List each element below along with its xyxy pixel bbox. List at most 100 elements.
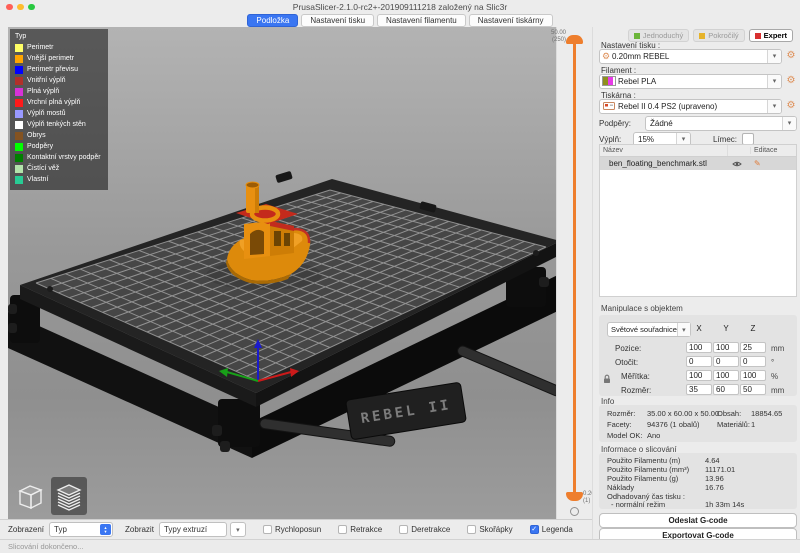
- filament-combo[interactable]: Rebel PLA ▾: [599, 74, 782, 89]
- send-gcode-button[interactable]: Odeslat G-code: [599, 513, 797, 528]
- legend-item: Plná výplň: [15, 86, 103, 97]
- rychloposun-checkbox[interactable]: [263, 525, 272, 534]
- tab-printer-settings[interactable]: Nastavení tiskárny: [469, 14, 553, 27]
- legend-item-label: Vnější perimetr: [27, 55, 74, 62]
- scale-x-field[interactable]: [686, 370, 712, 381]
- retrakce-checkbox[interactable]: [338, 525, 347, 534]
- legend-item-label: Vnitřní výplň: [27, 77, 66, 84]
- one-layer-mode-button[interactable]: [570, 507, 579, 516]
- tab-filament-settings[interactable]: Nastavení filamentu: [377, 14, 466, 27]
- filament-color-icon: [600, 76, 618, 86]
- printer-value: Rebel II 0.4 PS2 (upraveno): [618, 102, 767, 111]
- size-z-field[interactable]: [740, 384, 766, 395]
- scale-z-field[interactable]: [740, 370, 766, 381]
- edit-print-settings-button[interactable]: ⚙: [785, 50, 797, 62]
- position-z-field[interactable]: [740, 342, 766, 353]
- printer-combo[interactable]: Rebel II 0.4 PS2 (upraveno) ▾: [599, 99, 782, 114]
- supports-combo[interactable]: Žádné ▾: [645, 116, 797, 131]
- rotate-y-field[interactable]: [713, 356, 739, 367]
- legend-item: Podpěry: [15, 141, 103, 152]
- legend-color-swatch: [15, 55, 23, 63]
- size-x-field[interactable]: [686, 384, 712, 395]
- position-y-field[interactable]: [713, 342, 739, 353]
- position-unit: mm: [771, 344, 784, 353]
- preset-gear-icon: ⚙: [600, 50, 612, 62]
- tab-plater[interactable]: Podložka: [247, 14, 298, 27]
- app-window: PrusaSlicer-2.1.0-rc2+-201909111218 zalo…: [0, 0, 800, 553]
- info-size-value: 35.00 x 60.00 x 50.00: [647, 409, 719, 418]
- mode-advanced-button[interactable]: Pokročilý: [693, 29, 744, 42]
- edit-object-icon[interactable]: ✎: [748, 159, 796, 168]
- preview-view-button[interactable]: [51, 477, 87, 515]
- manipulation-title: Manipulace s objektem: [601, 304, 683, 313]
- legend-item-label: Podpěry: [27, 143, 53, 150]
- 3d-viewport[interactable]: REBEL II: [8, 27, 556, 519]
- chevron-down-icon[interactable]: ▾: [767, 50, 781, 63]
- position-x-field[interactable]: [686, 342, 712, 353]
- rotate-x-field[interactable]: [686, 356, 712, 367]
- legend-title: Typ: [15, 33, 103, 40]
- object-list-body[interactable]: ben_floating_benchmark.stl ✎: [599, 156, 797, 297]
- sliced-info-value: 1h 33m 14s: [705, 500, 744, 509]
- sliced-info-value: 4.64: [705, 456, 720, 465]
- legend-item: Obrys: [15, 130, 103, 141]
- axis-header-y: Y: [713, 324, 739, 333]
- legend-color-swatch: [15, 154, 23, 162]
- legend-item-label: Výplň mostů: [27, 110, 66, 117]
- chevron-down-icon[interactable]: ▾: [767, 75, 781, 88]
- axis-header-x: X: [686, 324, 712, 333]
- toolbar-checkbox-skořápky: Skořápky: [467, 525, 512, 534]
- rotate-z-field[interactable]: [740, 356, 766, 367]
- bed-screw-left: [47, 286, 53, 292]
- skořápky-checkbox[interactable]: [467, 525, 476, 534]
- view-select-value: Typ: [50, 525, 99, 534]
- title-bar: PrusaSlicer-2.1.0-rc2+-201909111218 zalo…: [0, 0, 800, 13]
- coord-system-combo[interactable]: Světové souřadnice ▾: [607, 322, 691, 337]
- view-mode-buttons: [12, 477, 87, 515]
- legend-item: Výplň mostů: [15, 108, 103, 119]
- view-select[interactable]: Typ ▴▾: [49, 522, 113, 537]
- info-facets-label: Facety:: [607, 420, 632, 429]
- 3d-editor-view-button[interactable]: [12, 477, 48, 515]
- print-settings-combo[interactable]: ⚙ 0.20mm REBEL ▾: [599, 49, 782, 64]
- legenda-checkbox[interactable]: ✓: [530, 525, 539, 534]
- size-label: Rozměr:: [621, 386, 651, 395]
- chevron-down-icon[interactable]: ▾: [782, 117, 796, 130]
- edit-filament-button[interactable]: ⚙: [785, 75, 797, 87]
- legend-color-swatch: [15, 110, 23, 118]
- mode-expert-button[interactable]: Expert: [749, 29, 793, 42]
- legend-item: Vrchní plná výplň: [15, 97, 103, 108]
- scale-y-field[interactable]: [713, 370, 739, 381]
- show-combo[interactable]: Typy extruzí: [159, 522, 227, 537]
- print-settings-value: 0.20mm REBEL: [612, 52, 767, 61]
- status-text: Slicování dokončeno...: [8, 542, 83, 551]
- checkbox-label: Legenda: [542, 525, 573, 534]
- info-size-label: Rozměr:: [607, 409, 635, 418]
- layer-slider-track[interactable]: [573, 42, 576, 494]
- size-y-field[interactable]: [713, 384, 739, 395]
- layer-slider-lower-handle[interactable]: [566, 492, 583, 501]
- legend-item-label: Perimetr převisu: [27, 66, 78, 73]
- position-label: Pozice:: [615, 344, 641, 353]
- manipulation-panel: Světové souřadnice ▾ X Y Z Pozice: mm Ot…: [599, 315, 797, 396]
- simple-mode-square-icon: [634, 33, 640, 39]
- size-row: Rozměr: mm: [599, 383, 797, 397]
- show-combo-value: Typy extruzí: [160, 525, 226, 534]
- filament-row: Rebel PLA ▾ ⚙: [599, 74, 797, 88]
- sliced-info-value: 13.96: [705, 474, 724, 483]
- scale-row: Měřítka: %: [599, 369, 797, 383]
- tab-print-settings[interactable]: Nastavení tisku: [301, 14, 374, 27]
- chevron-down-icon[interactable]: ▾: [767, 100, 781, 113]
- eye-icon[interactable]: [725, 160, 748, 168]
- deretrakce-checkbox[interactable]: [399, 525, 408, 534]
- object-list-row[interactable]: ben_floating_benchmark.stl ✎: [600, 157, 796, 170]
- layers-icon: [55, 481, 83, 511]
- scale-label: Měřítka:: [621, 372, 650, 381]
- window-title: PrusaSlicer-2.1.0-rc2+-201909111218 zalo…: [0, 2, 800, 12]
- legend-color-swatch: [15, 44, 23, 52]
- chevron-down-icon[interactable]: ▾: [230, 522, 246, 537]
- sliced-info-label: Použito Filamentu (g): [607, 474, 678, 483]
- edit-printer-button[interactable]: ⚙: [785, 100, 797, 112]
- layer-slider-upper-handle[interactable]: [566, 35, 583, 44]
- toolbar-checkbox-legenda: ✓Legenda: [530, 525, 573, 534]
